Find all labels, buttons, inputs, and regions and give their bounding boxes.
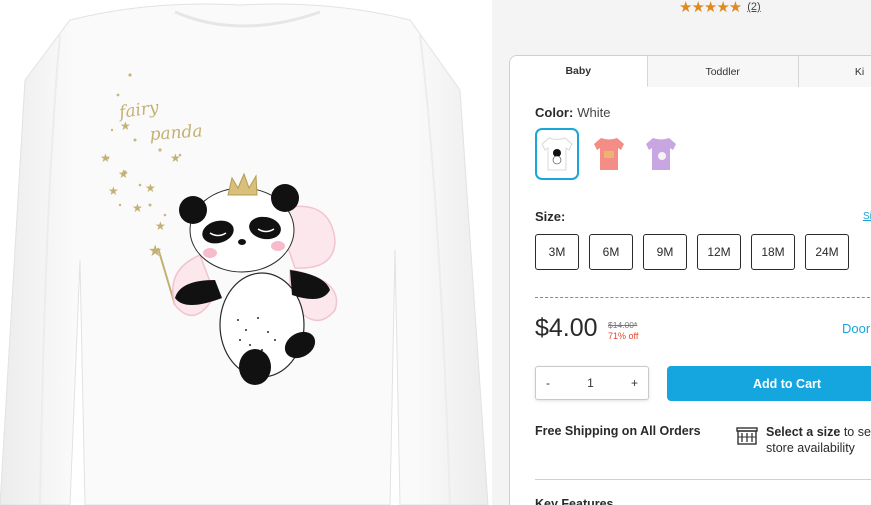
quantity-decrease-button[interactable]: - bbox=[546, 376, 550, 390]
svg-text:★: ★ bbox=[132, 201, 143, 215]
swatch-lavender[interactable] bbox=[639, 128, 683, 180]
store-availability[interactable]: Select a size to se store availability bbox=[766, 424, 871, 456]
quantity-stepper: - 1 + bbox=[535, 366, 649, 400]
swatch-white[interactable] bbox=[535, 128, 579, 180]
size-button-9m[interactable]: 9M bbox=[643, 234, 687, 270]
product-image[interactable]: ★ ★ ★ ★ ★ ★ ★ ★ fairy panda ★ bbox=[0, 0, 492, 505]
star-rating-icon: ★★★★★ bbox=[679, 0, 742, 16]
size-options: 3M 6M 9M 12M 18M 24M bbox=[535, 234, 849, 270]
select-size-text: Select a size bbox=[766, 425, 841, 439]
color-swatches bbox=[535, 128, 683, 180]
free-shipping-text: Free Shipping on All Orders bbox=[535, 424, 701, 438]
size-button-12m[interactable]: 12M bbox=[697, 234, 741, 270]
section-divider bbox=[535, 479, 871, 480]
tab-baby[interactable]: Baby bbox=[510, 56, 648, 87]
key-features-heading: Key Features bbox=[535, 497, 614, 505]
swatch-coral[interactable] bbox=[587, 128, 631, 180]
svg-text:★: ★ bbox=[145, 181, 156, 195]
store-icon bbox=[736, 426, 758, 451]
svg-text:★: ★ bbox=[155, 219, 166, 233]
add-to-cart-button[interactable]: Add to Cart bbox=[667, 366, 871, 401]
color-selector: Color: White bbox=[535, 105, 611, 120]
size-button-18m[interactable]: 18M bbox=[751, 234, 795, 270]
product-details-pane: ★★★★★ (2) Baby Toddler Ki Color: White S… bbox=[492, 0, 871, 505]
size-range-tabs: Baby Toddler Ki bbox=[510, 56, 871, 87]
svg-text:★: ★ bbox=[148, 241, 162, 260]
original-price: $14.00* bbox=[608, 320, 638, 330]
quantity-increase-button[interactable]: + bbox=[631, 376, 638, 390]
size-button-3m[interactable]: 3M bbox=[535, 234, 579, 270]
doorbuster-link[interactable]: Door bbox=[842, 321, 870, 336]
product-options-card: Baby Toddler Ki Color: White Size: S 3M … bbox=[509, 55, 871, 505]
svg-text:★: ★ bbox=[100, 151, 111, 165]
color-label: Color: bbox=[535, 105, 574, 120]
coral-shirt-thumbnail-icon bbox=[594, 138, 624, 170]
print-text-panda: panda bbox=[149, 121, 203, 145]
svg-text:★: ★ bbox=[118, 167, 129, 181]
white-shirt-thumbnail-icon bbox=[541, 137, 573, 171]
svg-text:★: ★ bbox=[108, 184, 119, 198]
current-price: $4.00 bbox=[535, 314, 598, 342]
dashed-divider bbox=[535, 297, 871, 298]
review-count-link[interactable]: (2) bbox=[747, 1, 760, 13]
shirt-illustration: ★★ ★ ★★★ ★★ fairy panda ★ bbox=[0, 3, 489, 505]
selected-color-value: White bbox=[577, 105, 611, 120]
size-chart-link[interactable]: Si bbox=[863, 211, 871, 222]
lavender-shirt-thumbnail-icon bbox=[646, 138, 676, 170]
store-text-rest: to se bbox=[840, 425, 871, 439]
size-button-6m[interactable]: 6M bbox=[589, 234, 633, 270]
tab-kid[interactable]: Ki bbox=[798, 56, 871, 87]
size-button-24m[interactable]: 24M bbox=[805, 234, 849, 270]
store-availability-line2: store availability bbox=[766, 441, 855, 455]
size-label: Size: bbox=[535, 209, 566, 224]
svg-text:★: ★ bbox=[170, 151, 181, 165]
discount-badge: 71% off bbox=[608, 331, 639, 341]
quantity-value[interactable]: 1 bbox=[587, 376, 594, 390]
rating: ★★★★★ (2) bbox=[679, 0, 761, 16]
tab-toddler[interactable]: Toddler bbox=[647, 56, 799, 87]
